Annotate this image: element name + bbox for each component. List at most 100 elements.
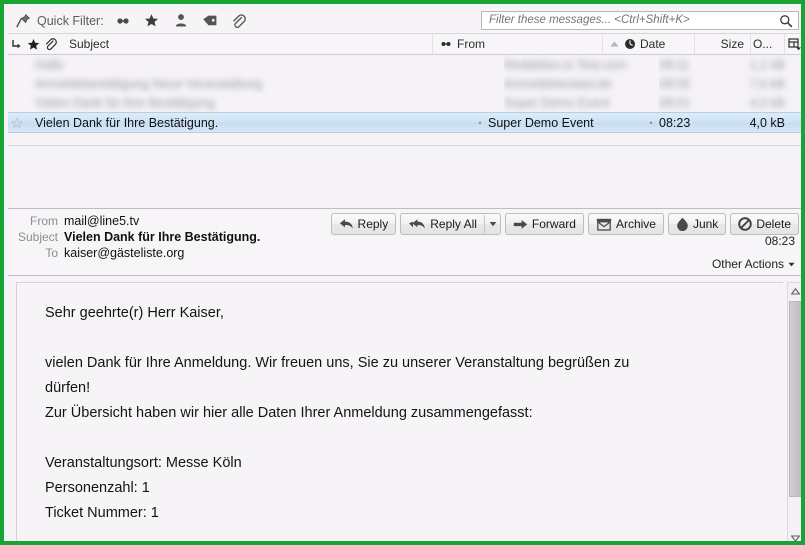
forward-arrow-icon xyxy=(513,219,528,230)
contact-filter-icon[interactable] xyxy=(172,12,190,30)
row-thread-dot xyxy=(488,74,504,93)
header-to-row: To kaiser@gästeliste.org xyxy=(12,246,797,260)
header-subject-label: Subject xyxy=(17,230,58,244)
row-date: 08:05 xyxy=(659,76,691,91)
search-icon[interactable] xyxy=(778,13,794,29)
delete-button[interactable]: Delete xyxy=(730,213,799,235)
header-to-value[interactable]: kaiser@gästeliste.org xyxy=(64,246,184,260)
delete-button-label: Delete xyxy=(756,217,791,231)
attachment-filter-icon[interactable] xyxy=(230,12,248,30)
header-from-value[interactable]: mail@line5.tv xyxy=(64,214,139,228)
column-header-size[interactable]: Size xyxy=(695,34,751,54)
forward-button-label: Forward xyxy=(531,217,576,231)
message-body-pane: Sehr geehrte(r) Herr Kaiser, vielen Dank… xyxy=(8,276,801,541)
row-size: 1,1 kB xyxy=(749,57,785,72)
row-subject: Vielen Dank für Ihre Bestätigung xyxy=(35,95,215,110)
message-list-header: Subject From Date Size O... xyxy=(8,34,801,55)
row-star-icon[interactable] xyxy=(8,74,25,93)
other-actions-button[interactable]: Other Actions xyxy=(712,257,795,271)
paperclip-column-icon[interactable] xyxy=(42,34,59,54)
tag-filter-icon[interactable] xyxy=(201,12,219,30)
unread-icon xyxy=(439,39,453,49)
row-star-icon[interactable] xyxy=(8,113,25,132)
no-entry-icon xyxy=(738,217,753,231)
column-picker-icon[interactable] xyxy=(785,34,801,54)
row-date: 08:11 xyxy=(659,57,690,72)
pin-icon[interactable] xyxy=(12,11,34,31)
sort-asc-icon xyxy=(609,40,620,49)
scroll-down-arrow-icon[interactable] xyxy=(788,530,801,541)
archive-box-icon xyxy=(596,218,612,231)
scroll-up-arrow-icon[interactable] xyxy=(788,283,801,299)
reply-arrow-icon xyxy=(339,218,354,230)
message-timestamp: 08:23 xyxy=(764,234,795,248)
row-size: 4,0 kB xyxy=(749,95,785,110)
column-header-subject-label: Subject xyxy=(69,37,110,51)
row-thread-dot xyxy=(488,93,504,112)
message-body-text: Sehr geehrte(r) Herr Kaiser, vielen Dank… xyxy=(45,305,630,521)
column-header-other[interactable]: O... xyxy=(751,34,785,54)
body-scrollbar[interactable] xyxy=(787,282,801,541)
starred-filter-icon[interactable] xyxy=(143,12,161,30)
row-thread-dot xyxy=(488,55,504,74)
row-from: Anmeldebestaet.de xyxy=(504,76,612,91)
row-date-dot: • xyxy=(649,117,653,128)
row-subject: Vielen Dank für Ihre Bestätigung. xyxy=(35,115,219,130)
search-input[interactable] xyxy=(482,13,769,28)
header-to-label: To xyxy=(45,246,58,260)
reply-all-arrow-icon xyxy=(408,218,426,230)
table-row[interactable]: Anmeldebestätigung Neue Veranstaltung An… xyxy=(8,74,801,93)
quick-filter-search[interactable] xyxy=(481,11,799,30)
reply-all-button-label: Reply All xyxy=(430,217,477,231)
row-subject: Anmeldebestätigung Neue Veranstaltung xyxy=(35,76,263,91)
star-column-icon[interactable] xyxy=(25,34,42,54)
column-header-from[interactable]: From xyxy=(433,34,603,54)
quick-filter-bar: Quick Filter: xyxy=(8,8,801,34)
thread-icon[interactable] xyxy=(8,34,25,54)
message-body-card: Sehr geehrte(r) Herr Kaiser, vielen Dank… xyxy=(16,282,783,541)
row-size: 7,6 kB xyxy=(749,76,785,91)
chevron-down-icon[interactable] xyxy=(483,215,497,233)
table-row-selected[interactable]: Vielen Dank für Ihre Bestätigung. • Supe… xyxy=(8,112,801,133)
row-star-icon[interactable] xyxy=(8,55,25,74)
flame-icon xyxy=(676,217,689,231)
scrollbar-track[interactable] xyxy=(788,299,801,530)
column-header-other-label: O... xyxy=(753,37,773,51)
other-actions-label: Other Actions xyxy=(711,257,784,271)
chevron-down-icon xyxy=(788,262,795,267)
row-date: 08:01 xyxy=(659,95,691,110)
junk-button-label: Junk xyxy=(692,217,719,231)
message-header-pane: Reply Reply All Forward Archive Junk Del… xyxy=(8,209,801,276)
row-from: Redaktion.tv Test.com xyxy=(504,57,627,72)
row-date: 08:23 xyxy=(659,115,691,130)
archive-button[interactable]: Archive xyxy=(587,213,664,235)
unread-filter-icon[interactable] xyxy=(114,12,132,30)
column-header-date[interactable]: Date xyxy=(603,34,695,54)
forward-button[interactable]: Forward xyxy=(504,213,584,235)
message-list-empty-area[interactable] xyxy=(8,146,801,209)
row-thread-dot: • xyxy=(478,117,482,128)
table-row[interactable]: Hallo Redaktion.tv Test.com 08:11 1,1 kB xyxy=(8,55,801,74)
row-from: Super Demo Event xyxy=(504,95,610,110)
junk-button[interactable]: Junk xyxy=(667,213,727,235)
scrollbar-thumb[interactable] xyxy=(789,301,801,497)
column-header-size-label: Size xyxy=(720,37,744,51)
column-header-date-label: Date xyxy=(640,37,666,51)
reply-all-button[interactable]: Reply All xyxy=(400,213,501,235)
table-row[interactable]: Vielen Dank für Ihre Bestätigung Super D… xyxy=(8,93,801,112)
quick-filter-label: Quick Filter: xyxy=(37,13,104,28)
column-header-from-label: From xyxy=(457,37,485,51)
header-subject-value: Vielen Dank für Ihre Bestätigung. xyxy=(64,230,261,244)
window-inner: Quick Filter: Filter these messages... <… xyxy=(8,8,801,541)
row-size: 4,0 kB xyxy=(749,115,785,130)
clock-icon xyxy=(624,38,636,50)
header-from-label: From xyxy=(30,214,58,228)
row-star-icon[interactable] xyxy=(8,93,25,112)
reply-button-label: Reply xyxy=(357,217,389,231)
row-subject: Hallo xyxy=(35,57,64,72)
column-header-subject[interactable]: Subject xyxy=(59,34,433,54)
quick-filter-buttons xyxy=(114,12,248,30)
reply-button[interactable]: Reply xyxy=(330,213,397,235)
message-list[interactable]: Hallo Redaktion.tv Test.com 08:11 1,1 kB… xyxy=(8,55,801,146)
thunderbird-window: Quick Filter: Filter these messages... <… xyxy=(0,0,805,545)
